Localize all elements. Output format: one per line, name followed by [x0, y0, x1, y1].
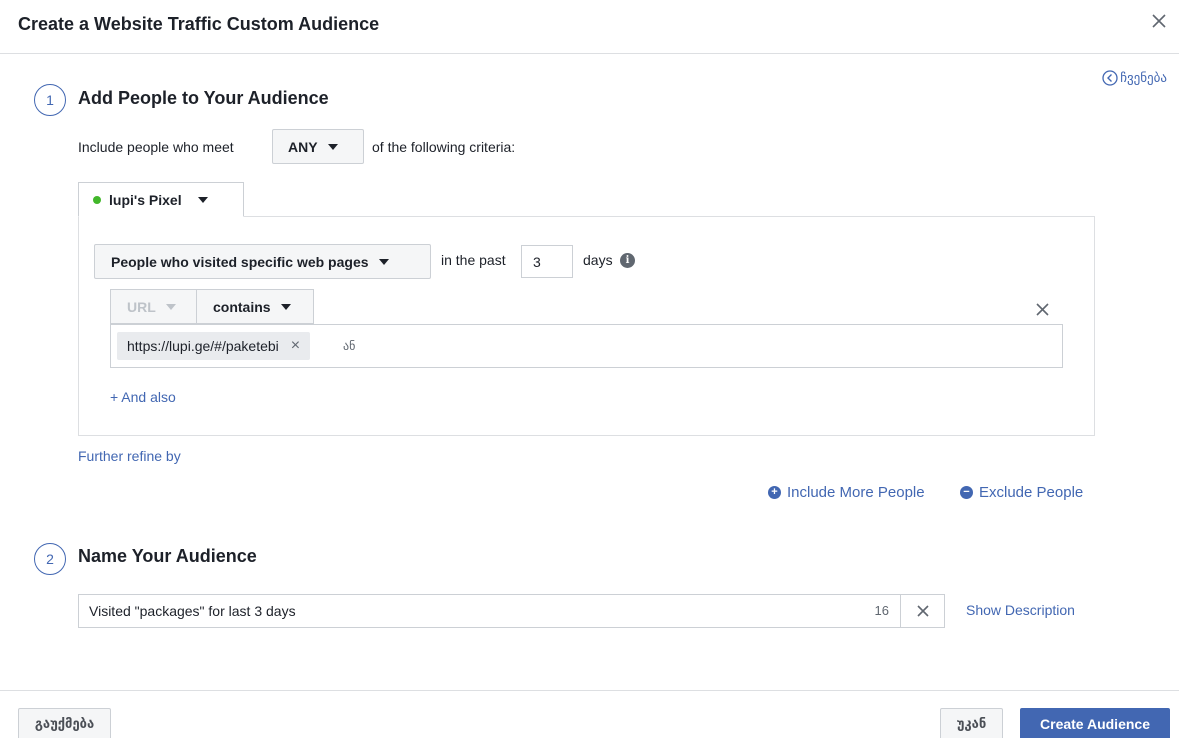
pixel-status-dot [93, 195, 101, 204]
rule-operator-label: contains [213, 298, 271, 315]
caret-down-icon [197, 196, 208, 203]
step-1-indicator: 1 [34, 84, 66, 116]
include-prefix-text: Include people who meet [78, 139, 234, 155]
and-also-link[interactable]: + And also [110, 389, 176, 405]
pixel-name: lupi's Pixel [109, 191, 182, 208]
days-input[interactable]: 3 [521, 245, 573, 278]
url-token: https://lupi.ge/#/paketebi × [117, 332, 311, 360]
exclude-label: Exclude People [979, 484, 1084, 501]
step-2-title: Name Your Audience [78, 546, 257, 566]
url-token-input[interactable]: https://lupi.ge/#/paketebi × ან [110, 324, 1063, 368]
minus-circle-icon: − [960, 486, 973, 499]
further-refine-link[interactable]: Further refine by [78, 448, 181, 464]
clear-name-button[interactable] [900, 595, 944, 627]
audience-name-value: Visited "packages" for last 3 days [89, 603, 296, 619]
chevron-left-circle-icon [1102, 70, 1118, 86]
create-audience-button[interactable]: Create Audience [1020, 708, 1170, 738]
show-description-link[interactable]: Show Description [966, 602, 1075, 618]
days-label: days [583, 252, 613, 268]
step-1-title: Add People to Your Audience [78, 88, 329, 108]
close-dialog-button[interactable] [1147, 9, 1171, 33]
dialog-title: Create a Website Traffic Custom Audience [18, 14, 380, 34]
close-icon [916, 605, 929, 617]
char-count: 16 [874, 603, 889, 618]
remove-token-icon[interactable]: × [291, 338, 300, 354]
hide-toggle-link[interactable]: ჩვენება [1102, 70, 1167, 86]
rule-operator-dropdown[interactable]: contains [196, 289, 314, 324]
hide-toggle-label: ჩვენება [1120, 70, 1167, 85]
rule-field-label: URL [127, 298, 156, 315]
caret-down-icon [327, 143, 338, 150]
plus-circle-icon: + [768, 486, 781, 499]
close-icon [1152, 14, 1166, 28]
match-mode-label: ANY [288, 138, 318, 155]
include-more-label: Include More People [787, 484, 925, 501]
include-suffix-text: of the following criteria: [372, 139, 516, 155]
remove-rule-button[interactable] [1033, 300, 1051, 318]
caret-down-icon [280, 303, 291, 310]
cancel-button[interactable]: გაუქმება [18, 708, 111, 738]
close-icon [1035, 302, 1049, 316]
match-mode-dropdown[interactable]: ANY [272, 129, 364, 164]
rule-field-dropdown[interactable]: URL [110, 289, 197, 324]
audience-name-field[interactable]: Visited "packages" for last 3 days 16 [78, 594, 945, 628]
footer-divider [0, 690, 1179, 691]
or-placeholder[interactable]: ან [343, 339, 355, 353]
include-more-people-link[interactable]: + Include More People [768, 484, 925, 501]
caret-down-icon [165, 303, 176, 310]
pixel-selector-tab[interactable]: lupi's Pixel [78, 182, 244, 217]
info-icon[interactable]: i [620, 253, 635, 268]
rule-type-dropdown[interactable]: People who visited specific web pages [94, 244, 431, 279]
back-button[interactable]: უკან [940, 708, 1003, 738]
dialog-header: Create a Website Traffic Custom Audience [0, 0, 1179, 54]
in-the-past-text: in the past [441, 252, 506, 268]
url-token-label: https://lupi.ge/#/paketebi [127, 338, 279, 354]
caret-down-icon [378, 258, 389, 265]
rule-type-label: People who visited specific web pages [111, 253, 369, 270]
exclude-people-link[interactable]: − Exclude People [960, 484, 1083, 501]
step-2-indicator: 2 [34, 543, 66, 575]
